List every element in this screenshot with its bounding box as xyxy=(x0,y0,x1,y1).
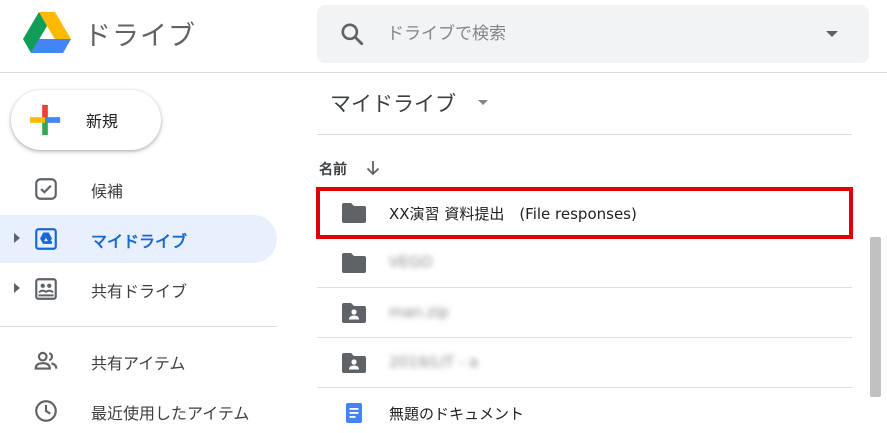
sidebar-item-label: 共有アイテム xyxy=(91,354,186,373)
shared-with-me-icon xyxy=(34,351,58,370)
file-row-file-responses[interactable]: XX演習 資料提出 (File responses) xyxy=(316,187,853,239)
sidebar-item-label: 候補 xyxy=(91,182,124,201)
folder-icon xyxy=(342,203,366,223)
sidebar-item-label: 最近使用したアイテム xyxy=(91,404,250,423)
sidebar-item-label: 共有ドライブ xyxy=(91,282,188,301)
top-bar: ドライブ xyxy=(0,0,887,73)
search-bar[interactable] xyxy=(317,5,869,63)
sidebar-item-my-drive[interactable]: マイドライブ xyxy=(0,215,277,263)
sort-arrow-down-icon[interactable] xyxy=(363,158,383,178)
sidebar-item-label: マイドライブ xyxy=(91,232,188,251)
file-name: XX演習 資料提出 (File responses) xyxy=(389,205,637,223)
file-row[interactable]: 無題のドキュメント xyxy=(317,388,852,433)
plus-icon xyxy=(29,104,61,136)
shared-folder-icon xyxy=(342,303,366,323)
file-name: 無題のドキュメント xyxy=(389,405,525,423)
search-icon[interactable] xyxy=(339,21,365,47)
sidebar-item-shared-with-me[interactable]: 共有アイテム xyxy=(0,337,277,385)
expand-arrow-icon[interactable] xyxy=(14,283,20,293)
file-name: VEGO xyxy=(389,253,433,271)
new-button[interactable]: 新規 xyxy=(11,90,161,150)
column-header-name[interactable]: 名前 xyxy=(319,159,347,179)
sidebar-item-shared-drives[interactable]: 共有ドライブ xyxy=(0,265,277,313)
file-row[interactable]: man.zip xyxy=(317,288,852,338)
file-name: 2019/LIT - a xyxy=(389,353,479,371)
recent-icon xyxy=(35,400,57,422)
main-divider xyxy=(317,134,852,135)
sidebar-divider xyxy=(0,326,277,327)
file-row[interactable]: 2019/LIT - a xyxy=(317,338,852,388)
page-title[interactable]: マイドライブ xyxy=(330,88,456,118)
search-options-chevron-down-icon[interactable] xyxy=(826,31,838,37)
sidebar-item-recent[interactable]: 最近使用したアイテム xyxy=(0,387,277,433)
drive-logo-icon[interactable] xyxy=(23,12,71,54)
folder-icon xyxy=(342,253,366,273)
my-drive-icon xyxy=(35,228,57,250)
scrollbar-thumb[interactable] xyxy=(870,237,881,397)
file-row[interactable]: VEGO xyxy=(317,238,852,288)
suggested-icon xyxy=(35,178,57,200)
search-input[interactable] xyxy=(387,18,807,50)
file-name: man.zip xyxy=(389,303,449,321)
sidebar-item-suggested[interactable]: 候補 xyxy=(0,165,277,213)
app-title[interactable]: ドライブ xyxy=(84,14,196,53)
expand-arrow-icon[interactable] xyxy=(14,233,20,243)
google-docs-icon xyxy=(346,403,362,423)
shared-drives-icon xyxy=(35,278,57,300)
chevron-down-icon[interactable] xyxy=(478,100,488,105)
shared-folder-icon xyxy=(342,353,366,373)
new-button-label: 新規 xyxy=(86,112,119,131)
